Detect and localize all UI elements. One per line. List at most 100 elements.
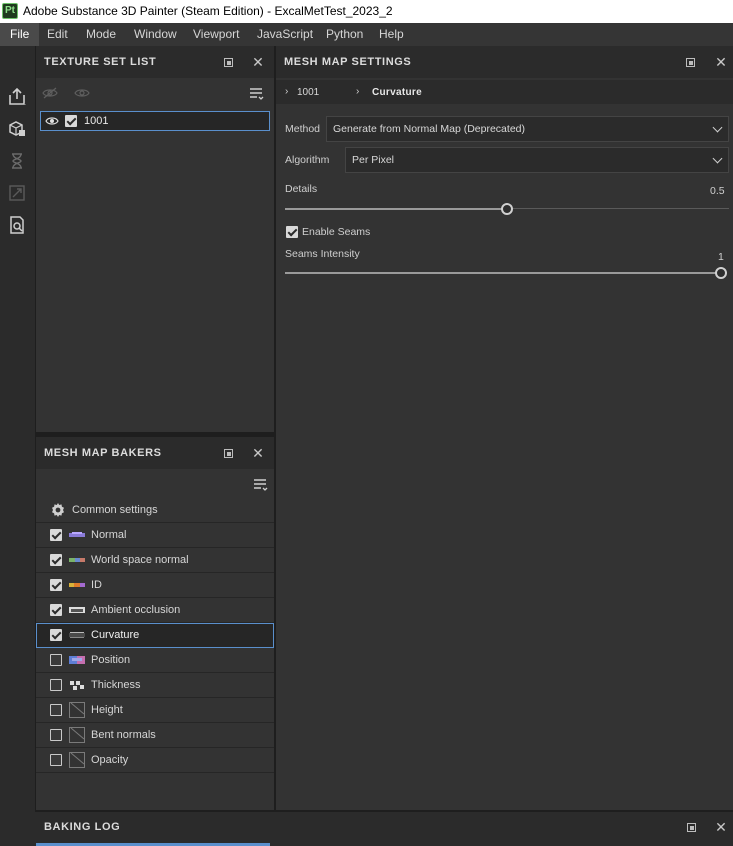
baker-label: Curvature <box>91 629 140 641</box>
baker-row-opacity[interactable]: Opacity <box>36 748 274 773</box>
baker-row-id[interactable]: ID <box>36 573 274 598</box>
float-panel-icon[interactable] <box>687 823 696 832</box>
baker-label: Height <box>91 704 123 716</box>
panel-title: MESH MAP BAKERS <box>44 447 162 459</box>
baker-checkbox[interactable] <box>50 679 62 691</box>
menu-edit[interactable]: Edit <box>37 23 78 46</box>
common-settings-row[interactable]: Common settings <box>36 498 274 523</box>
document-search-icon[interactable] <box>7 215 27 235</box>
normal-map-thumbnail-icon <box>69 529 85 541</box>
gear-icon <box>50 502 66 518</box>
baker-checkbox[interactable] <box>50 654 62 666</box>
enable-seams-label: Enable Seams <box>302 226 371 238</box>
algorithm-label: Algorithm <box>285 154 330 166</box>
close-icon[interactable]: ✕ <box>251 446 265 460</box>
baker-label: ID <box>91 579 102 591</box>
baker-checkbox[interactable] <box>50 629 62 641</box>
title-bar: Pt Adobe Substance 3D Painter (Steam Edi… <box>0 0 733 23</box>
chevron-right-icon: › <box>285 86 289 97</box>
float-panel-icon[interactable] <box>224 449 233 458</box>
chevron-down-icon <box>712 122 723 133</box>
panel-header: TEXTURE SET LIST ✕ <box>36 46 274 78</box>
app-logo-icon: Pt <box>2 3 18 19</box>
baker-checkbox[interactable] <box>50 554 62 566</box>
seams-intensity-slider-fill[interactable] <box>285 272 721 274</box>
mesh-map-bakers-panel: MESH MAP BAKERS ✕ Common settings Normal… <box>36 437 274 810</box>
baker-row-position[interactable]: Position <box>36 648 274 673</box>
float-panel-icon[interactable] <box>224 58 233 67</box>
texture-set-checkbox[interactable] <box>65 115 77 127</box>
menu-viewport[interactable]: Viewport <box>183 23 249 46</box>
ambient-occlusion-thumbnail-icon <box>69 604 85 616</box>
baker-row-bent-normals[interactable]: Bent normals <box>36 723 274 748</box>
resize-icon[interactable] <box>7 183 27 203</box>
texture-set-item[interactable]: 1001 <box>40 111 270 131</box>
method-label: Method <box>285 123 321 135</box>
enable-seams-checkbox[interactable] <box>286 226 298 238</box>
details-slider-fill <box>285 208 507 210</box>
close-icon[interactable]: ✕ <box>714 820 728 834</box>
baker-row-curvature[interactable]: Curvature <box>36 623 274 648</box>
baker-label: Position <box>91 654 131 666</box>
empty-thumbnail-icon <box>69 752 85 768</box>
eye-slash-icon[interactable] <box>42 86 58 100</box>
menu-help[interactable]: Help <box>369 23 414 46</box>
baker-checkbox[interactable] <box>50 604 62 616</box>
baker-row-thickness[interactable]: Thickness <box>36 673 274 698</box>
panel-header: BAKING LOG ✕ <box>36 812 733 846</box>
details-slider-knob[interactable] <box>501 203 513 215</box>
baker-row-height[interactable]: Height <box>36 698 274 723</box>
menu-bar: File Edit Mode Window Viewport JavaScrip… <box>0 23 733 46</box>
list-menu-icon[interactable] <box>252 477 268 493</box>
baker-label: Ambient occlusion <box>91 604 181 616</box>
hourglass-icon[interactable] <box>7 151 27 171</box>
baking-log-panel: BAKING LOG ✕ <box>36 812 733 846</box>
eye-icon[interactable] <box>74 86 90 100</box>
menu-python[interactable]: Python <box>316 23 373 46</box>
common-settings-label: Common settings <box>72 504 158 516</box>
baker-label: Opacity <box>91 754 129 766</box>
visibility-eye-icon[interactable] <box>45 115 59 127</box>
texture-set-list-panel: TEXTURE SET LIST ✕ 1001 <box>36 46 274 432</box>
details-slider-track[interactable] <box>507 208 729 209</box>
menu-mode[interactable]: Mode <box>76 23 126 46</box>
breadcrumb-item[interactable]: 1001 <box>297 87 319 98</box>
list-menu-icon[interactable] <box>248 86 264 102</box>
details-label: Details <box>285 183 318 195</box>
float-panel-icon[interactable] <box>686 58 695 67</box>
chevron-down-icon <box>712 153 723 164</box>
baker-checkbox[interactable] <box>50 729 62 741</box>
window-title: Adobe Substance 3D Painter (Steam Editio… <box>23 4 393 18</box>
menu-javascript[interactable]: JavaScript <box>247 23 323 46</box>
baker-checkbox[interactable] <box>50 579 62 591</box>
details-value[interactable]: 0.5 <box>710 185 725 197</box>
seams-intensity-label: Seams Intensity <box>285 248 360 260</box>
export-icon[interactable] <box>7 87 27 107</box>
menu-window[interactable]: Window <box>124 23 187 46</box>
baker-label: Thickness <box>91 679 141 691</box>
baker-label: Normal <box>91 529 127 541</box>
algorithm-dropdown[interactable]: Per Pixel <box>345 147 729 173</box>
baker-checkbox[interactable] <box>50 529 62 541</box>
left-toolbar <box>0 46 35 846</box>
baker-row-world-space-normal[interactable]: World space normal <box>36 548 274 573</box>
close-icon[interactable]: ✕ <box>714 55 728 69</box>
thickness-thumbnail-icon <box>69 679 85 691</box>
baker-checkbox[interactable] <box>50 704 62 716</box>
close-icon[interactable]: ✕ <box>251 55 265 69</box>
breadcrumb-current: Curvature <box>372 87 422 98</box>
bake-mesh-maps-icon[interactable] <box>7 119 27 139</box>
curvature-thumbnail-icon <box>69 629 85 641</box>
panel-title: TEXTURE SET LIST <box>44 56 157 68</box>
mesh-map-settings-panel: MESH MAP SETTINGS ✕ › 1001 › Curvature M… <box>276 46 733 810</box>
empty-thumbnail-icon <box>69 702 85 718</box>
baker-row-ambient-occlusion[interactable]: Ambient occlusion <box>36 598 274 623</box>
seams-intensity-value[interactable]: 1 <box>718 251 724 263</box>
algorithm-value: Per Pixel <box>352 154 395 166</box>
seams-intensity-slider-knob[interactable] <box>715 267 727 279</box>
baker-checkbox[interactable] <box>50 754 62 766</box>
baker-row-normal[interactable]: Normal <box>36 523 274 548</box>
method-dropdown[interactable]: Generate from Normal Map (Deprecated) <box>326 116 729 142</box>
menu-file[interactable]: File <box>0 23 40 46</box>
chevron-right-icon: › <box>356 86 360 97</box>
